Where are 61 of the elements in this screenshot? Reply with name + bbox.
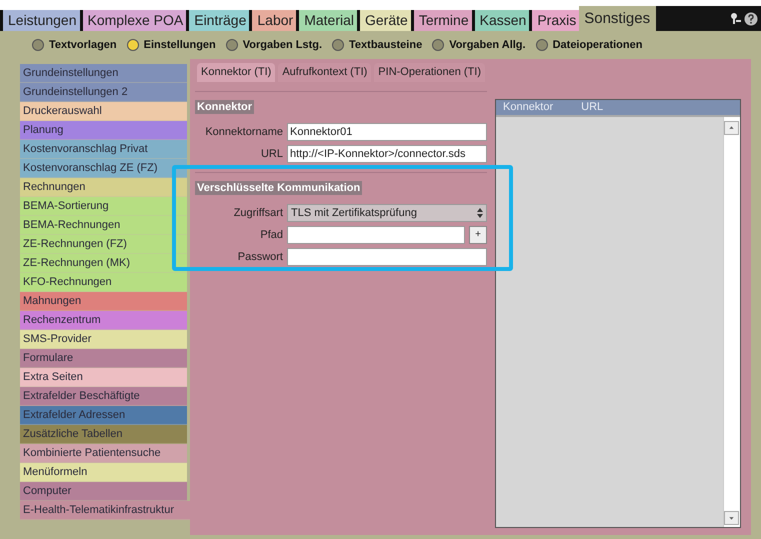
sub-tab[interactable]: Aufrufkontext (TI) bbox=[278, 62, 372, 82]
input-field[interactable] bbox=[287, 226, 465, 244]
radio-option[interactable]: Dateioperationen bbox=[536, 36, 642, 54]
user-key-icon[interactable] bbox=[730, 12, 743, 25]
sidebar-item[interactable]: KFO-Rechnungen bbox=[20, 273, 187, 292]
sidebar-item[interactable]: Formulare bbox=[20, 349, 187, 368]
help-icon[interactable] bbox=[744, 12, 758, 26]
radio-option[interactable]: Vorgaben Lstg. bbox=[226, 36, 322, 54]
sidebar-item[interactable]: E-Health-Telematikinfrastruktur bbox=[20, 501, 190, 520]
menu-tab[interactable]: Komplexe POA bbox=[80, 10, 186, 31]
sidebar-item[interactable]: SMS-Provider bbox=[20, 330, 187, 349]
scroll-down-icon[interactable] bbox=[724, 511, 739, 525]
radio-option[interactable]: Vorgaben Allg. bbox=[432, 36, 526, 54]
sidebar-item[interactable]: ZE-Rechnungen (MK) bbox=[20, 254, 187, 273]
sidebar-item[interactable]: Rechnungen bbox=[20, 178, 187, 197]
menu-tab[interactable]: Termine bbox=[410, 10, 472, 31]
sidebar-item[interactable]: Extra Seiten bbox=[20, 368, 187, 387]
sidebar-item[interactable]: Extrafelder Beschäftigte bbox=[20, 387, 187, 406]
field-label: Pfad bbox=[259, 228, 284, 243]
sidebar-item[interactable]: Mahnungen bbox=[20, 292, 187, 311]
sidebar-item[interactable]: Kombinierte Patientensuche bbox=[20, 444, 187, 463]
field-label: Zugriffsart bbox=[232, 206, 284, 221]
menu-tab[interactable]: Sonstiges bbox=[579, 6, 656, 31]
sidebar-item[interactable]: Computer bbox=[20, 482, 187, 501]
menu-tab[interactable]: Material bbox=[296, 10, 357, 31]
field-label: Passwort bbox=[236, 250, 284, 265]
dropdown[interactable]: TLS mit Zertifikatsprüfung bbox=[287, 204, 487, 222]
sidebar-item[interactable]: BEMA-Rechnungen bbox=[20, 216, 187, 235]
section-title: Verschlüsselte Kommunikation bbox=[195, 181, 362, 195]
input-field[interactable]: http://<IP-Konnektor>/connector.sds bbox=[287, 145, 487, 163]
menu-tab[interactable]: Einträge bbox=[186, 10, 250, 31]
input-field[interactable] bbox=[287, 248, 487, 266]
sub-tab[interactable]: Konnektor (TI) bbox=[197, 62, 276, 82]
sidebar-item[interactable]: Grundeinstellungen 2 bbox=[20, 83, 187, 102]
updown-icon bbox=[477, 208, 483, 218]
scrollbar[interactable] bbox=[723, 117, 740, 527]
radio-option[interactable]: Textvorlagen bbox=[32, 36, 117, 54]
scroll-up-icon[interactable] bbox=[724, 121, 739, 135]
input-field[interactable]: Konnektor01 bbox=[287, 123, 487, 141]
sidebar-item[interactable]: Druckerauswahl bbox=[20, 102, 187, 121]
menu-tab[interactable]: Leistungen bbox=[0, 10, 80, 31]
add-button[interactable]: + bbox=[469, 226, 487, 244]
sidebar-item[interactable]: Rechenzentrum bbox=[20, 311, 187, 330]
sidebar-item[interactable]: Grundeinstellungen bbox=[20, 64, 187, 83]
sidebar-item[interactable]: ZE-Rechnungen (FZ) bbox=[20, 235, 187, 254]
sidebar-item[interactable]: Kostenvoranschlag Privat bbox=[20, 140, 187, 159]
radio-option[interactable]: Einstellungen bbox=[126, 36, 216, 54]
sidebar-item[interactable]: Planung bbox=[20, 121, 187, 140]
section-title: Konnektor bbox=[195, 100, 254, 114]
menu-tab[interactable]: Geräte bbox=[357, 10, 411, 31]
sidebar-item[interactable]: BEMA-Sortierung bbox=[20, 197, 187, 216]
sidebar-item[interactable]: Kostenvoranschlag ZE (FZ) bbox=[20, 159, 187, 178]
field-label: URL bbox=[260, 146, 284, 162]
menu-tab[interactable]: Praxis bbox=[529, 10, 580, 31]
radio-option[interactable]: Textbausteine bbox=[332, 36, 422, 54]
sidebar-item[interactable]: Zusätzliche Tabellen bbox=[20, 425, 187, 444]
sidebar-item[interactable]: Menüformeln bbox=[20, 463, 187, 482]
menu-tab[interactable]: Kassen bbox=[472, 10, 530, 31]
sub-tab[interactable]: PIN-Operationen (TI) bbox=[374, 62, 485, 82]
field-label: Konnektorname bbox=[204, 124, 284, 140]
menu-tab[interactable]: Labor bbox=[249, 10, 296, 31]
